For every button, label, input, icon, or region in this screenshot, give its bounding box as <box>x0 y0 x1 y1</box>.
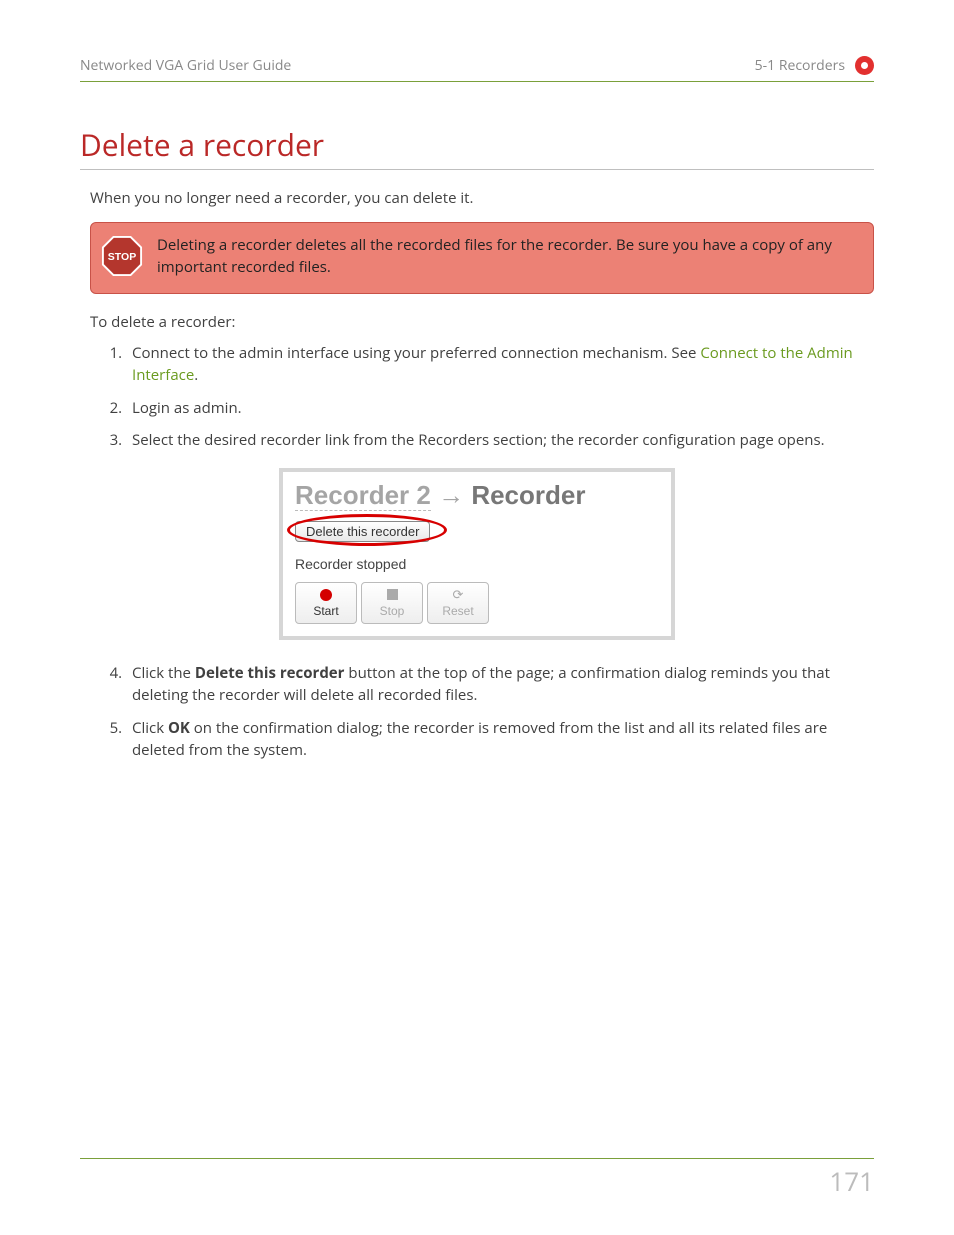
recorder-status: Recorder stopped <box>295 556 653 572</box>
step-4-text-a: Click the <box>132 663 195 683</box>
arrow-right-icon: → <box>438 480 464 510</box>
stop-label: Stop <box>380 604 405 618</box>
delete-recorder-button[interactable]: Delete this recorder <box>295 521 430 542</box>
step-3: Select the desired recorder link from th… <box>126 429 874 452</box>
brand-logo-icon <box>855 56 874 75</box>
record-icon <box>320 588 332 602</box>
step-5: Click OK on the confirmation dialog; the… <box>126 717 874 762</box>
reset-icon: ⟳ <box>453 588 464 602</box>
page-header: Networked VGA Grid User Guide 5-1 Record… <box>80 56 874 82</box>
start-button[interactable]: Start <box>295 582 357 624</box>
page-title: Delete a recorder <box>80 124 874 170</box>
procedure-list-continued: Click the Delete this recorder button at… <box>126 662 874 762</box>
step-5-bold: OK <box>168 718 190 738</box>
warning-callout: STOP Deleting a recorder deletes all the… <box>90 222 874 294</box>
procedure-lead: To delete a recorder: <box>90 312 874 332</box>
procedure-list: Connect to the admin interface using you… <box>126 342 874 452</box>
stop-icon: STOP <box>101 235 143 277</box>
recorder-controls: Start Stop ⟳ Reset <box>295 582 653 624</box>
breadcrumb-part-1: Recorder 2 <box>295 480 431 511</box>
reset-label: Reset <box>442 604 473 618</box>
breadcrumb: Recorder 2 → Recorder <box>295 480 653 511</box>
embedded-screenshot: Recorder 2 → Recorder Delete this record… <box>279 468 675 640</box>
step-1-text-b: . <box>194 365 198 385</box>
warning-text: Deleting a recorder deletes all the reco… <box>157 235 857 279</box>
start-label: Start <box>313 604 338 618</box>
svg-text:STOP: STOP <box>108 251 136 263</box>
stop-square-icon <box>387 588 398 602</box>
step-5-text-a: Click <box>132 718 168 738</box>
step-4: Click the Delete this recorder button at… <box>126 662 874 707</box>
reset-button[interactable]: ⟳ Reset <box>427 582 489 624</box>
step-1: Connect to the admin interface using you… <box>126 342 874 387</box>
intro-paragraph: When you no longer need a recorder, you … <box>90 188 874 208</box>
step-5-text-b: on the confirmation dialog; the recorder… <box>132 718 827 761</box>
page-number: 171 <box>829 1163 874 1199</box>
header-right: 5-1 Recorders <box>755 56 845 75</box>
step-4-bold: Delete this recorder <box>195 663 345 683</box>
breadcrumb-part-2: Recorder <box>471 480 585 510</box>
step-2: Login as admin. <box>126 397 874 420</box>
step-1-text-a: Connect to the admin interface using you… <box>132 343 700 363</box>
header-left: Networked VGA Grid User Guide <box>80 56 291 75</box>
footer-rule <box>80 1158 874 1159</box>
stop-button[interactable]: Stop <box>361 582 423 624</box>
